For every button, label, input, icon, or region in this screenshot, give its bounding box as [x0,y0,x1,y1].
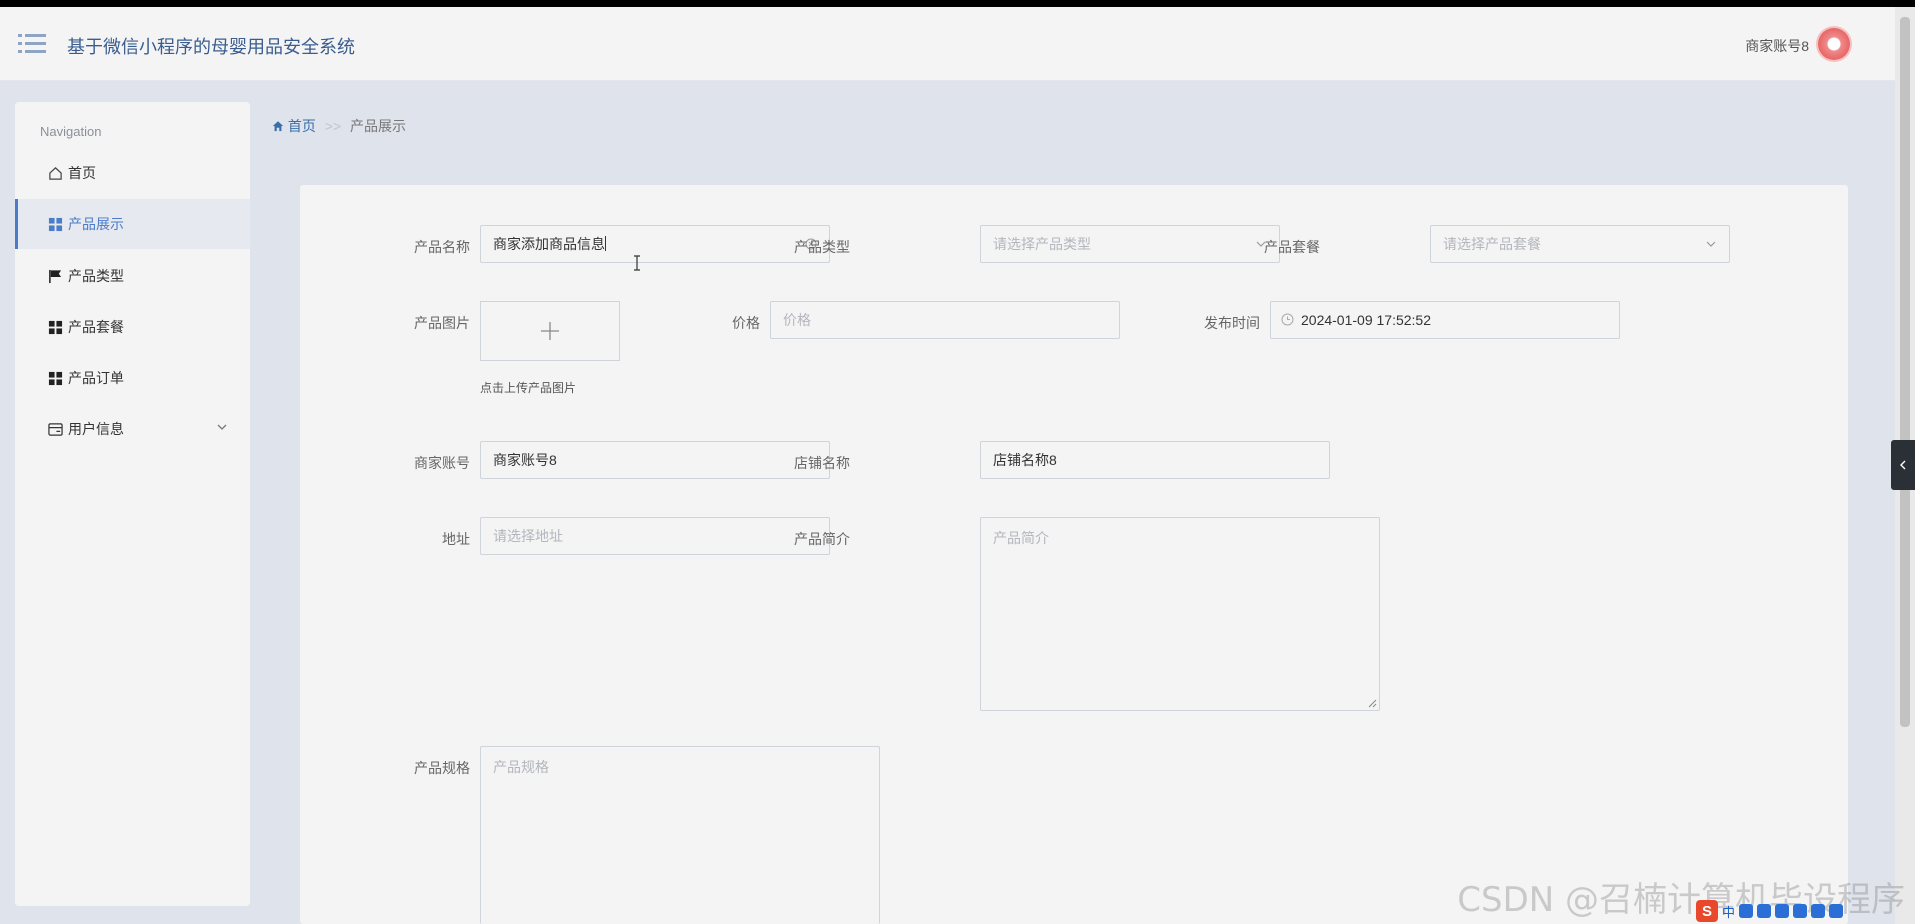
plus-icon [541,322,559,340]
merchant-account-value: 商家账号8 [493,452,557,468]
sidebar-item-label: 产品套餐 [68,319,124,335]
breadcrumb-home[interactable]: 首页 [272,118,320,134]
product-name-value: 商家添加商品信息 [493,236,605,252]
skin-icon[interactable] [1793,904,1808,918]
product-spec-label: 产品规格 [414,760,470,776]
card-icon [47,421,63,437]
price-label: 价格 [732,315,760,331]
publish-time-input[interactable]: 2024-01-09 17:52:52 [1270,301,1620,339]
breadcrumb: 首页 >> 产品展示 [272,116,406,136]
sidebar-item-user-info[interactable]: 用户信息 [15,404,250,454]
price-placeholder: 价格 [783,312,811,328]
grid-icon [47,216,63,232]
ime-mode[interactable]: 中 [1722,902,1735,921]
sidebar-item-product-type[interactable]: 产品类型 [15,251,250,301]
shop-name-value: 店铺名称8 [993,452,1057,468]
text-cursor-icon [634,255,640,271]
home-icon [272,121,284,132]
text-caret [605,236,606,251]
sogou-logo-icon[interactable]: S [1696,900,1718,922]
apps-grid-icon[interactable] [1829,904,1844,918]
user-avatar[interactable] [1818,28,1850,60]
punctuation-icon[interactable] [1739,904,1754,918]
grid-icon [47,370,63,386]
price-input[interactable]: 价格 [770,301,1120,339]
address-label: 地址 [442,531,470,547]
sidebar-item-label: 产品类型 [68,268,124,284]
upload-tip: 点击上传产品图片 [480,381,577,395]
user-name[interactable]: 商家账号8 [1745,36,1809,56]
product-intro-placeholder: 产品简介 [993,530,1049,546]
side-collapse-tab[interactable] [1891,440,1915,490]
product-name-label: 产品名称 [414,239,470,255]
product-package-label: 产品套餐 [1264,239,1320,255]
menu-toggle-icon[interactable] [18,33,46,55]
top-black-strip [0,0,1915,7]
sidebar-item-label: 首页 [68,165,96,181]
chevron-left-icon [1900,460,1906,470]
product-spec-textarea[interactable]: 产品规格 [480,746,880,924]
shop-name-label: 店铺名称 [794,455,850,471]
sidebar: Navigation 首页 产品展示 产品类型 产品套餐 产品订单 用户信息 [15,102,250,906]
nav-heading: Navigation [40,124,102,139]
chevron-down-icon [1706,241,1716,247]
sidebar-item-label: 用户信息 [68,421,124,437]
toolbox-icon[interactable] [1811,904,1826,918]
product-type-label: 产品类型 [794,239,850,255]
sidebar-item-label: 产品订单 [68,370,124,386]
merchant-account-label: 商家账号 [414,455,470,471]
sidebar-item-home[interactable]: 首页 [15,148,250,198]
address-placeholder: 请选择地址 [493,528,563,544]
product-image-label: 产品图片 [414,315,470,331]
product-type-placeholder: 请选择产品类型 [993,236,1091,252]
publish-time-label: 发布时间 [1204,315,1260,331]
product-intro-label: 产品简介 [794,531,850,547]
site-title: 基于微信小程序的母婴用品安全系统 [67,37,355,57]
sidebar-item-label: 产品展示 [68,216,124,232]
image-upload-box[interactable] [480,301,620,361]
product-form-card: 产品名称 商家添加商品信息 产品类型 请选择产品类型 产品套餐 请选择产品套餐 … [300,185,1848,924]
breadcrumb-current: 产品展示 [350,118,407,134]
microphone-icon[interactable] [1757,904,1772,918]
scrollbar-thumb[interactable] [1900,17,1910,727]
product-package-placeholder: 请选择产品套餐 [1443,236,1541,252]
breadcrumb-home-label: 首页 [287,118,316,134]
grid-icon [47,319,63,335]
publish-time-value: 2024-01-09 17:52:52 [1301,312,1431,328]
breadcrumb-separator: >> [324,118,342,134]
ime-toolbar: S 中 [1690,898,1915,924]
resize-handle-icon[interactable] [1368,699,1377,708]
clock-icon [1281,313,1294,326]
sidebar-item-product-display[interactable]: 产品展示 [15,199,250,249]
product-spec-placeholder: 产品规格 [493,759,549,775]
app-header: 基于微信小程序的母婴用品安全系统 商家账号8 [0,7,1895,81]
home-icon [47,165,63,181]
sidebar-item-product-package[interactable]: 产品套餐 [15,302,250,352]
product-intro-textarea[interactable]: 产品简介 [980,517,1380,711]
shop-name-input[interactable]: 店铺名称8 [980,441,1330,479]
product-package-select[interactable]: 请选择产品套餐 [1430,225,1730,263]
sidebar-item-product-order[interactable]: 产品订单 [15,353,250,403]
keyboard-icon[interactable] [1775,904,1790,918]
chevron-down-icon [217,424,227,430]
flag-icon [47,268,63,284]
